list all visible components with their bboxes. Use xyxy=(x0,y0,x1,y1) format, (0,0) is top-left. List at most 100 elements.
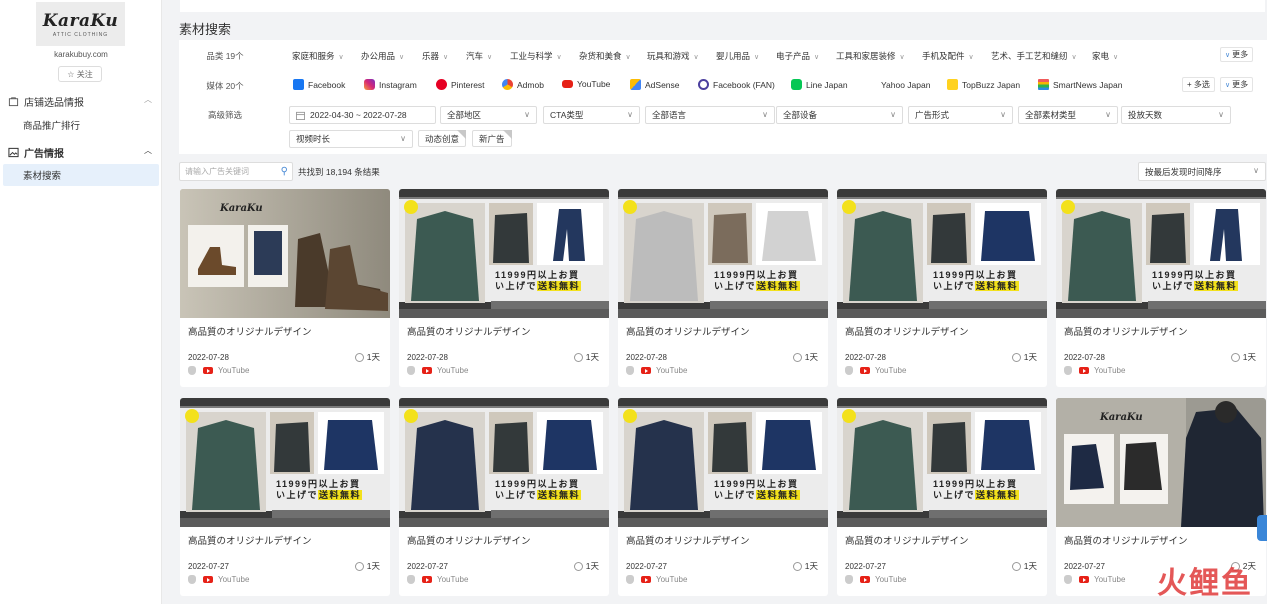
ad-card[interactable]: 11999円以上お買 い上げで送料無料 高品質のオリジナルデザイン 2022-07-2… xyxy=(399,398,609,596)
checkbox-corner-icon xyxy=(457,130,467,139)
device-select[interactable]: 全部设备 ∨ xyxy=(776,106,903,124)
new-ad-toggle[interactable]: 新广告 xyxy=(472,130,512,147)
ad-thumbnail[interactable]: 11999円以上お買 い上げで送料無料 xyxy=(1056,189,1266,318)
category-item[interactable]: 办公用品 ∨ xyxy=(361,50,404,62)
ad-card[interactable]: 11999円以上お買 い上げで送料無料 高品質のオリジナルデザイン 2022-07-2… xyxy=(618,189,828,387)
category-item[interactable]: 乐器 ∨ xyxy=(422,50,448,62)
chevron-down-icon: ∨ xyxy=(1225,51,1231,59)
banner-line-1: 11999円以上お買 xyxy=(495,479,580,489)
apple-icon xyxy=(845,366,853,375)
category-more-button[interactable]: ∨ 更多 xyxy=(1220,47,1254,62)
category-item[interactable]: 玩具和游戏 ∨ xyxy=(647,50,699,62)
media-more-button[interactable]: ∨ 更多 xyxy=(1220,77,1254,92)
nav-item-product-ranking[interactable]: 商品推广排行 xyxy=(0,114,162,136)
category-item[interactable]: 手机及配件 ∨ xyxy=(922,50,974,62)
nav-group-ad-intel[interactable]: 广告情报 ︿ xyxy=(0,141,162,163)
banner-line-2a: い上げで xyxy=(276,490,319,500)
category-item[interactable]: 家电 ∨ xyxy=(1092,50,1118,62)
ad-thumbnail[interactable]: KaraKu xyxy=(180,189,390,318)
youtube-icon xyxy=(203,576,213,583)
ad-card[interactable]: 11999円以上お買 い上げで送料無料 高品質のオリジナルデザイン 2022-07-2… xyxy=(837,189,1047,387)
ad-thumbnail[interactable]: 11999円以上お買 い上げで送料無料 xyxy=(180,398,390,527)
ad-date: 2022-07-28 xyxy=(188,353,229,362)
ad-duration: 1天 xyxy=(792,560,818,572)
banner-line-2b: 送料無料 xyxy=(1194,281,1239,291)
dynamic-creative-toggle[interactable]: 动态创意 xyxy=(418,130,467,147)
keyword-search-input[interactable]: 请输入广告关键词 ⚲ xyxy=(179,162,293,181)
ad-thumbnail[interactable]: 11999円以上お買 い上げで送料無料 xyxy=(399,398,609,527)
ad-thumbnail[interactable]: 11999円以上お買 い上げで送料無料 xyxy=(618,398,828,527)
ad-card[interactable]: 11999円以上お買 い上げで送料無料 高品質のオリジナルデザイン 2022-07-2… xyxy=(1056,189,1266,387)
category-item[interactable]: 工具和家居装修 ∨ xyxy=(836,50,905,62)
media-item[interactable]: Line Japan xyxy=(791,79,848,90)
youtube-icon xyxy=(641,576,651,583)
search-icon[interactable]: ⚲ xyxy=(281,166,288,177)
media-item[interactable]: TopBuzz Japan xyxy=(947,79,1020,90)
media-label-text: Admob xyxy=(517,79,544,90)
media-item[interactable]: Pinterest xyxy=(436,79,485,90)
nav-item-material-search[interactable]: 素材搜索 xyxy=(3,164,159,186)
side-panel-tab[interactable] xyxy=(1257,515,1267,541)
brand-logo-subtext: ATTIC CLOTHING xyxy=(52,31,109,38)
clock-icon xyxy=(1230,352,1240,362)
ad-thumbnail[interactable]: 11999円以上お買 い上げで送料無料 xyxy=(399,189,609,318)
media-item[interactable]: Admob xyxy=(502,79,544,90)
banner-line-2b: 送料無料 xyxy=(756,490,801,500)
media-item[interactable]: Instagram xyxy=(364,79,417,90)
ad-platform: YouTube xyxy=(845,575,906,584)
ad-card[interactable]: 11999円以上お買 い上げで送料無料 高品質のオリジナルデザイン 2022-07-2… xyxy=(837,398,1047,596)
multi-select-button[interactable]: + 多选 xyxy=(1182,77,1215,92)
category-item[interactable]: 汽车 ∨ xyxy=(466,50,492,62)
media-label-text: TopBuzz Japan xyxy=(962,79,1021,90)
ad-format-select[interactable]: 广告形式 ∨ xyxy=(908,106,1013,124)
category-item[interactable]: 家庭和服务 ∨ xyxy=(292,50,344,62)
ad-card[interactable]: KaraKu 高品質のオリジナルデザイン 2022-07-28 1天 YouTube xyxy=(180,189,390,387)
ad-duration: 1天 xyxy=(1011,351,1037,363)
follow-button[interactable]: ☆ 关注 xyxy=(58,66,102,82)
banner-line-2b: 送料無料 xyxy=(756,281,801,291)
media-item[interactable]: YouTube xyxy=(562,79,610,89)
ad-card[interactable]: 11999円以上お買 い上げで送料無料 高品質のオリジナルデザイン 2022-07-2… xyxy=(618,398,828,596)
chevron-down-icon: ∨ xyxy=(1253,166,1259,175)
ad-thumbnail[interactable]: 11999円以上お買 い上げで送料無料 xyxy=(837,189,1047,318)
sort-select[interactable]: 按最后发现时间降序 ∨ xyxy=(1138,162,1266,181)
category-item[interactable]: 艺术、手工艺和缝纫 ∨ xyxy=(991,50,1077,62)
duration-value: 1天 xyxy=(804,561,818,571)
media-item[interactable]: AdSense xyxy=(630,79,680,90)
watermark-logo: 火鲤鱼 xyxy=(1157,566,1253,601)
banner-line-2a: い上げで xyxy=(495,490,538,500)
video-length-select[interactable]: 视频时长 ∨ xyxy=(289,130,413,148)
region-select[interactable]: 全部地区 ∨ xyxy=(440,106,537,124)
chevron-down-icon: ∨ xyxy=(754,54,760,61)
category-item[interactable]: 杂货和美食 ∨ xyxy=(579,50,631,62)
category-item[interactable]: 婴儿用品 ∨ xyxy=(716,50,759,62)
category-item[interactable]: 电子产品 ∨ xyxy=(776,50,819,62)
advanced-filter-label: 高级筛选 xyxy=(207,110,242,120)
cta-type-select[interactable]: CTA类型 ∨ xyxy=(543,106,640,124)
chevron-down-icon: ∨ xyxy=(814,54,820,61)
nav-group-store-intel[interactable]: 店铺选品情报 ︿ xyxy=(0,90,162,112)
category-item[interactable]: 工业与科学 ∨ xyxy=(510,50,562,62)
ad-duration: 1天 xyxy=(354,351,380,363)
store-icon xyxy=(8,96,19,106)
ad-card[interactable]: 11999円以上お買 い上げで送料無料 高品質のオリジナルデザイン 2022-07-2… xyxy=(399,189,609,387)
media-item[interactable]: Facebook (FAN) xyxy=(698,79,775,90)
chevron-down-icon: ∨ xyxy=(762,110,768,119)
media-item[interactable]: SmartNews Japan xyxy=(1038,79,1122,90)
ad-thumbnail[interactable]: 11999円以上お買 い上げで送料無料 xyxy=(618,189,828,318)
category-label-text: 工业与科学 xyxy=(510,51,553,61)
ad-thumbnail[interactable]: 11999円以上お買 い上げで送料無料 xyxy=(837,398,1047,527)
media-item[interactable]: Yahoo Japan xyxy=(866,79,930,90)
ad-thumbnail[interactable]: KaraKu xyxy=(1056,398,1266,527)
media-item[interactable]: Facebook xyxy=(293,79,345,90)
ad-card[interactable]: 11999円以上お買 い上げで送料無料 高品質のオリジナルデザイン 2022-07-2… xyxy=(180,398,390,596)
material-type-select[interactable]: 全部素材类型 ∨ xyxy=(1018,106,1118,124)
apple-icon xyxy=(845,575,853,584)
platform-label: YouTube xyxy=(875,366,907,375)
language-select[interactable]: 全部语言 ∨ xyxy=(645,106,775,124)
select-value: 全部设备 xyxy=(783,110,818,120)
date-range-picker[interactable]: 2022-04-30 ~ 2022-07-28 xyxy=(289,106,436,124)
category-label: 品类 19个 xyxy=(206,51,244,61)
days-select[interactable]: 投放天数 ∨ xyxy=(1121,106,1231,124)
platform-label: YouTube xyxy=(437,366,469,375)
